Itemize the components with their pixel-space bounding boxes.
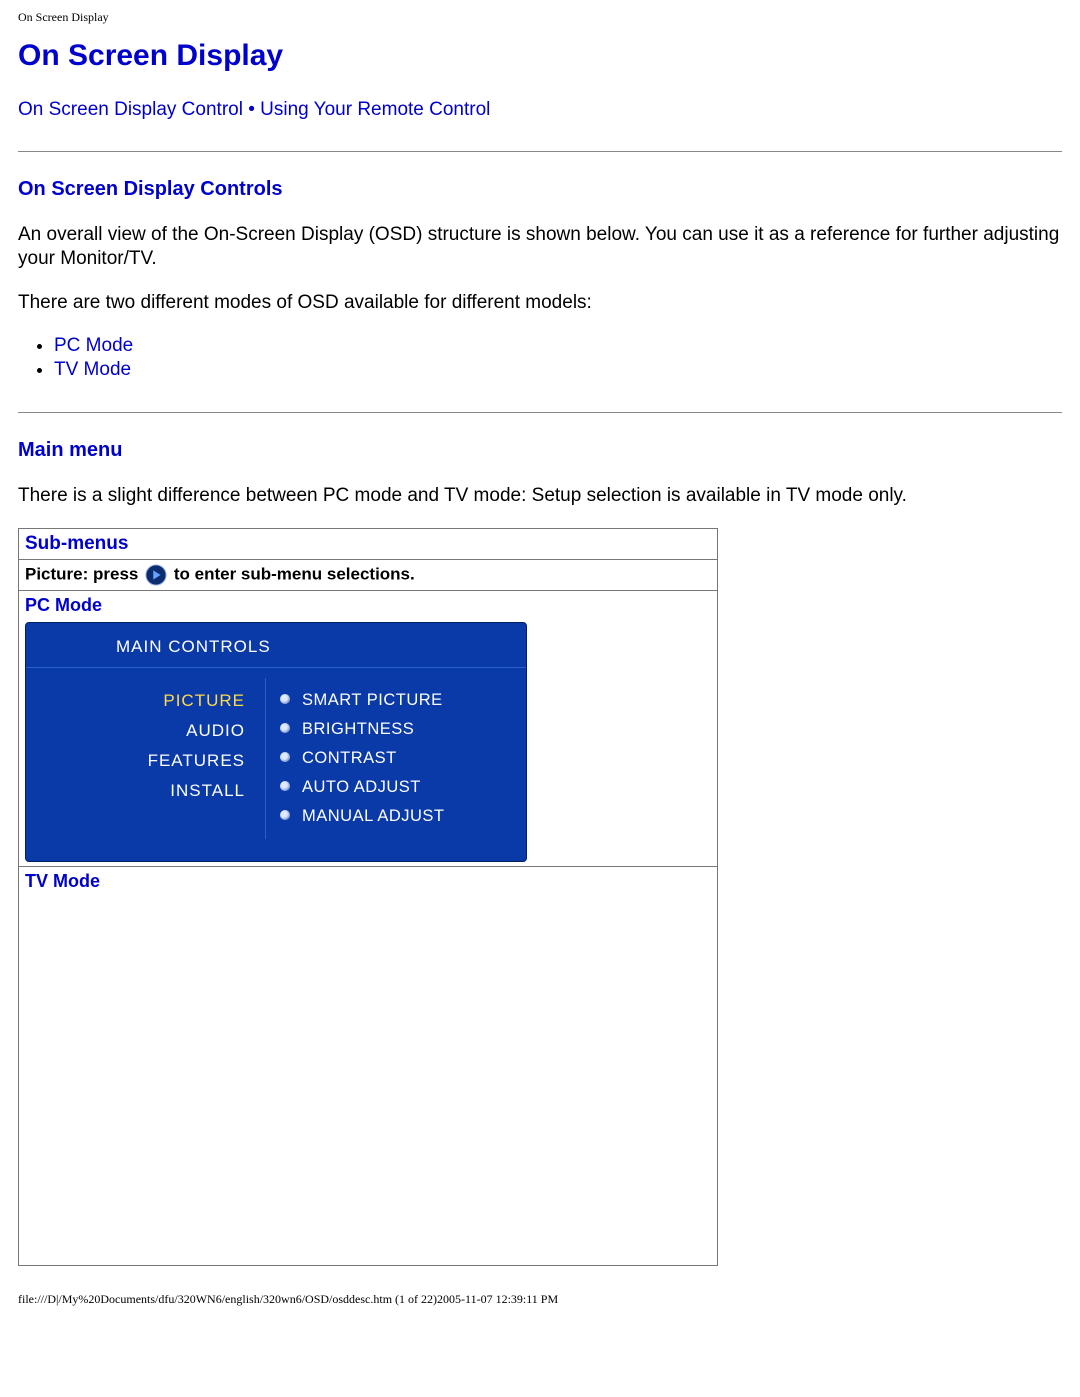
osd-body: PICTURE AUDIO FEATURES INSTALL SMART PIC… — [26, 668, 526, 861]
link-pc-mode[interactable]: PC Mode — [54, 335, 133, 356]
osd-sub-smart-picture: SMART PICTURE — [280, 686, 516, 715]
link-osd-control[interactable]: On Screen Display Control — [18, 99, 243, 120]
list-item: TV Mode — [54, 358, 1062, 382]
submenus-table: Sub-menus Picture: press to enter sub-me… — [18, 528, 718, 1266]
table-cell-pc-mode: PC Mode MAIN CONTROLS PICTURE AUDIO FEAT… — [19, 591, 718, 867]
page-title: On Screen Display — [18, 39, 1062, 73]
osd-menu-install: INSTALL — [46, 776, 251, 806]
nav-separator: • — [243, 99, 260, 120]
page-header-small: On Screen Display — [0, 0, 1080, 31]
divider — [18, 151, 1062, 152]
osd-sub-contrast: CONTRAST — [280, 744, 516, 773]
osd-title: MAIN CONTROLS — [26, 623, 526, 668]
osd-menu-picture: PICTURE — [46, 686, 251, 716]
picture-press-suffix: to enter sub-menu selections. — [174, 564, 415, 583]
osd-sub-manual-adjust: MANUAL ADJUST — [280, 802, 516, 831]
picture-press-prefix: Picture: press — [25, 564, 138, 583]
section-heading-main-menu: Main menu — [18, 439, 1062, 462]
osd-left-menu: PICTURE AUDIO FEATURES INSTALL — [26, 678, 266, 839]
table-row-picture-instruction: Picture: press to enter sub-menu selecti… — [19, 560, 718, 591]
osd-right-submenu: SMART PICTURE BRIGHTNESS CONTRAST AUTO A… — [266, 678, 526, 839]
link-remote-control[interactable]: Using Your Remote Control — [260, 99, 490, 120]
osd-sub-brightness: BRIGHTNESS — [280, 715, 516, 744]
list-item: PC Mode — [54, 334, 1062, 358]
osd-screenshot-pc: MAIN CONTROLS PICTURE AUDIO FEATURES INS… — [25, 622, 527, 862]
paragraph-mode-diff: There is a slight difference between PC … — [18, 484, 1062, 508]
tv-mode-label: TV Mode — [25, 871, 711, 892]
pc-mode-label: PC Mode — [25, 595, 711, 616]
table-header-submenus: Sub-menus — [19, 529, 718, 560]
link-tv-mode[interactable]: TV Mode — [54, 359, 131, 380]
osd-menu-audio: AUDIO — [46, 716, 251, 746]
modes-list: PC Mode TV Mode — [54, 334, 1062, 382]
footer-file-path: file:///D|/My%20Documents/dfu/320WN6/eng… — [18, 1292, 1062, 1307]
page-content: On Screen Display On Screen Display Cont… — [0, 39, 1080, 1327]
osd-sub-auto-adjust: AUTO ADJUST — [280, 773, 516, 802]
anchor-nav: On Screen Display Control • Using Your R… — [18, 99, 1062, 121]
section-heading-controls: On Screen Display Controls — [18, 178, 1062, 201]
osd-menu-features: FEATURES — [46, 746, 251, 776]
right-arrow-icon — [145, 564, 167, 586]
divider — [18, 412, 1062, 413]
paragraph-modes-intro: There are two different modes of OSD ava… — [18, 291, 1062, 315]
paragraph-overview: An overall view of the On-Screen Display… — [18, 223, 1062, 271]
table-cell-tv-mode: TV Mode — [19, 867, 718, 1266]
